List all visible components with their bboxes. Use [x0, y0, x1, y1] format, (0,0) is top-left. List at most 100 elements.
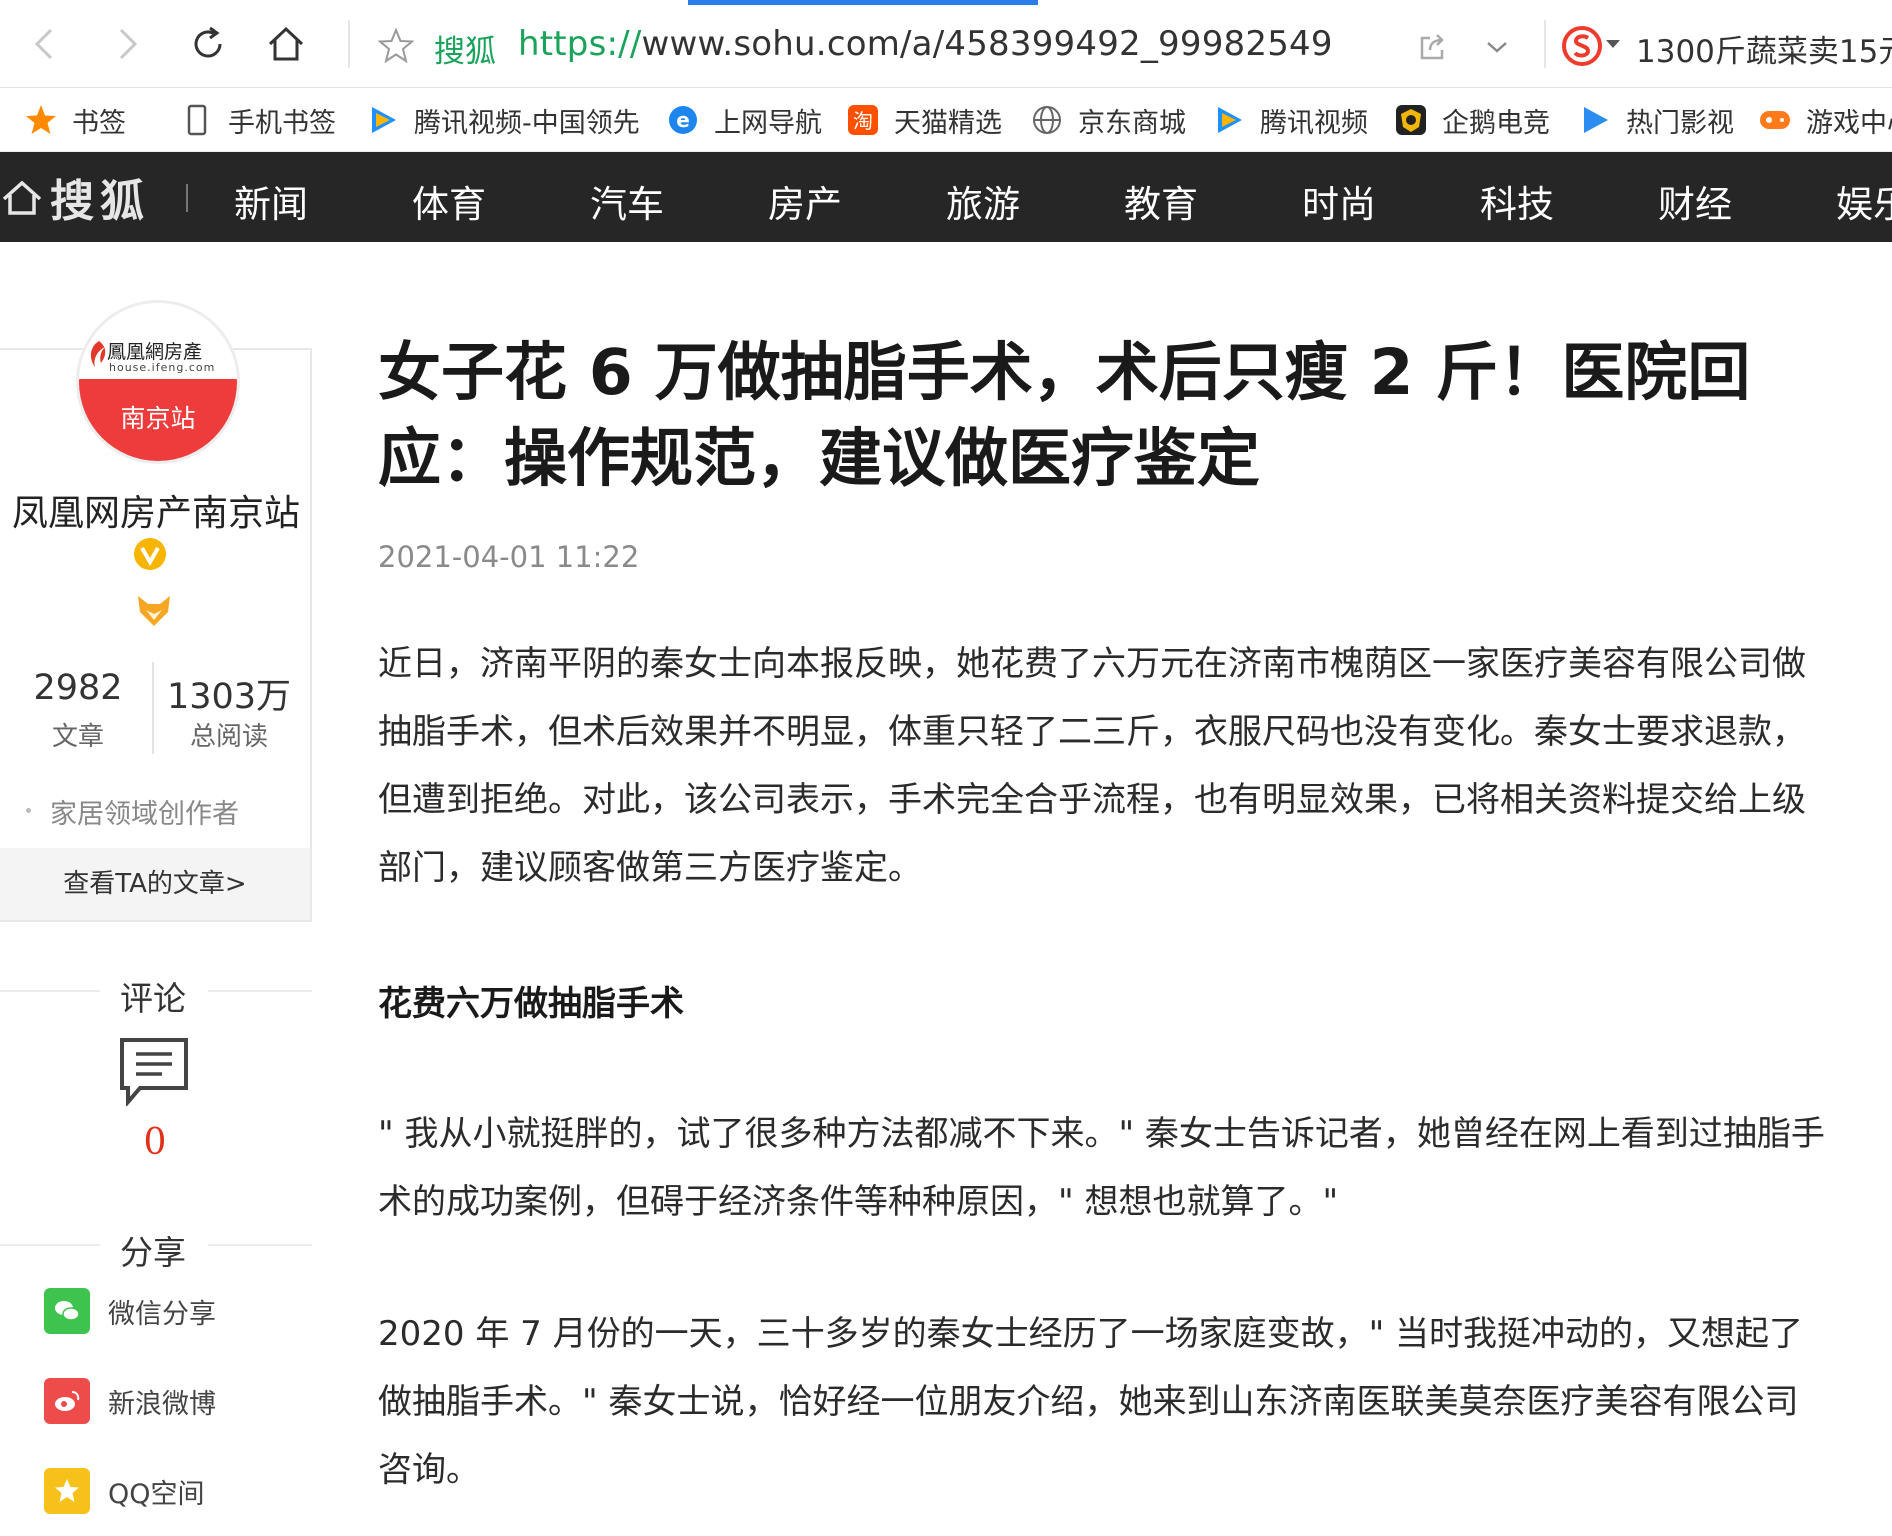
share-qzone-button[interactable]: QQ空间	[44, 1468, 205, 1514]
wechat-icon	[44, 1288, 90, 1334]
avatar-station-text: 南京站	[120, 404, 196, 433]
home-button[interactable]	[256, 14, 316, 74]
nav-item-finance[interactable]: 财经	[1658, 174, 1732, 228]
share-wechat-button[interactable]: 微信分享	[44, 1288, 216, 1334]
forward-button[interactable]	[96, 14, 156, 74]
author-tag-label: 家居领域创作者	[50, 799, 239, 830]
url-path: www.sohu.com/a/458399492_99982549	[641, 24, 1333, 64]
avatar-brand-text: 鳳凰網房產	[107, 341, 203, 363]
nav-item-entertainment[interactable]: 娱乐	[1836, 174, 1892, 228]
back-arrow-icon	[34, 28, 53, 60]
bookmark-label: 京东商城	[1078, 107, 1186, 139]
play-icon	[1578, 103, 1612, 137]
browser-toolbar: 搜狐 https://www.sohu.com/a/458399492_9998…	[0, 0, 1892, 88]
nav-item-sports[interactable]: 体育	[412, 174, 486, 228]
phoenix-logo-icon	[90, 341, 106, 367]
bookmark-label: 天猫精选	[894, 107, 1002, 139]
comment-icon[interactable]	[118, 1036, 190, 1106]
nav-item-news[interactable]: 新闻	[234, 174, 308, 228]
bookmark-item[interactable]: 书签	[24, 100, 126, 140]
url-scheme: https://	[518, 24, 642, 64]
author-tag: 家居领域创作者	[26, 792, 239, 831]
search-suggestion[interactable]: 1300斤蔬菜卖15元	[1636, 26, 1892, 71]
sogou-search-icon[interactable]	[1560, 24, 1604, 68]
bookmark-label: 热门影视	[1626, 107, 1734, 139]
bookmark-item[interactable]: 腾讯视频	[1212, 100, 1368, 140]
bookmark-label: 游戏中心	[1806, 107, 1892, 139]
sohu-logo-text: 搜狐	[50, 176, 150, 227]
bookmark-label: 上网导航	[714, 107, 822, 139]
reload-icon	[194, 26, 222, 58]
reads-count: 1303万	[166, 677, 292, 717]
comment-heading: 评论	[120, 979, 186, 1018]
avatar[interactable]: 鳳凰網房產 house.ifeng.com 南京站	[76, 300, 240, 464]
fox-badge-icon	[138, 596, 170, 626]
nav-item-education[interactable]: 教育	[1124, 174, 1198, 228]
forward-arrow-icon	[119, 28, 138, 60]
bookmark-label: 企鹅电竞	[1442, 107, 1550, 139]
share-label: QQ空间	[108, 1478, 205, 1510]
toolbar-divider	[348, 20, 350, 68]
comment-count[interactable]: 0	[0, 1122, 310, 1163]
bookmark-label: 手机书签	[228, 107, 336, 139]
tencent-video-icon	[1212, 103, 1246, 137]
tab-loading-indicator	[688, 0, 1038, 5]
sohu-top-nav: 搜狐 新闻 体育 汽车 房产 旅游 教育 时尚 科技 财经 娱乐	[0, 152, 1892, 242]
bookmark-item[interactable]: 游戏中心	[1758, 100, 1892, 140]
phone-icon	[180, 103, 214, 137]
nav-item-house[interactable]: 房产	[768, 174, 842, 228]
view-articles-button[interactable]: 查看TA的文章>	[0, 848, 310, 920]
star-icon	[24, 103, 58, 137]
article-paragraph: " 我从小就挺胖的，试了很多种方法都减不下来。" 秦女士告诉记者，她曾经在网上看…	[378, 1114, 1825, 1222]
bookmark-item[interactable]: 淘 天猫精选	[846, 100, 1002, 140]
share-label: 新浪微博	[108, 1388, 216, 1420]
url-field[interactable]: https://www.sohu.com/a/458399492_9998254…	[518, 24, 1333, 64]
svg-text:淘: 淘	[853, 109, 873, 133]
author-name[interactable]: 凤凰网房产南京站	[0, 484, 312, 536]
bookmark-label: 书签	[72, 107, 126, 139]
qzone-icon	[44, 1468, 90, 1514]
bookmark-item[interactable]: 京东商城	[1030, 100, 1186, 140]
section-divider	[0, 990, 100, 992]
share-weibo-button[interactable]: 新浪微博	[44, 1378, 216, 1424]
ie-icon: e	[666, 103, 700, 137]
article-subheading: 花费六万做抽脂手术	[378, 984, 684, 1024]
bookmark-label: 腾讯视频	[1260, 107, 1368, 139]
bookmark-item[interactable]: 腾讯视频-中国领先	[366, 100, 640, 140]
home-icon	[268, 26, 304, 61]
site-name-label: 搜狐	[434, 34, 496, 70]
taobao-icon: 淘	[846, 103, 880, 137]
articles-label: 文章	[51, 722, 104, 752]
bookmark-item[interactable]: e 上网导航	[666, 100, 822, 140]
back-button[interactable]	[16, 14, 76, 74]
share-icon[interactable]	[1416, 30, 1450, 64]
bookmark-star-icon[interactable]	[376, 26, 416, 66]
sohu-logo[interactable]: 搜狐	[0, 166, 150, 228]
nav-divider	[186, 184, 188, 212]
article-paragraph: 近日，济南平阴的秦女士向本报反映，她花费了六万元在济南市槐荫区一家医疗美容有限公…	[378, 644, 1806, 888]
reload-button[interactable]	[178, 14, 238, 74]
section-divider	[208, 1244, 312, 1246]
nav-item-travel[interactable]: 旅游	[946, 174, 1020, 228]
section-divider	[0, 1244, 100, 1246]
reads-label: 总阅读	[189, 722, 268, 752]
bookmark-label: 腾讯视频-中国领先	[414, 107, 640, 139]
verified-badge-icon	[134, 538, 166, 570]
section-divider	[208, 990, 312, 992]
svg-text:e: e	[676, 108, 690, 132]
nav-item-auto[interactable]: 汽车	[590, 174, 664, 228]
share-heading: 分享	[120, 1233, 186, 1272]
publish-time: 2021-04-01 11:22	[378, 540, 640, 574]
avatar-domain-text: house.ifeng.com	[109, 361, 216, 374]
search-engine-caret-icon[interactable]	[1606, 40, 1620, 48]
bookmark-item[interactable]: 热门影视	[1578, 100, 1734, 140]
share-label: 微信分享	[108, 1298, 216, 1330]
weibo-icon	[44, 1378, 90, 1424]
bookmark-item[interactable]: 企鹅电竞	[1394, 100, 1550, 140]
bookmarks-bar: 书签 手机书签 腾讯视频-中国领先 e 上网导航 淘 天猫精选 京东商城 腾讯视…	[0, 88, 1892, 152]
nav-item-tech[interactable]: 科技	[1480, 174, 1554, 228]
bookmark-item[interactable]: 手机书签	[180, 100, 336, 140]
nav-item-fashion[interactable]: 时尚	[1302, 174, 1376, 228]
chevron-down-icon[interactable]	[1480, 30, 1514, 64]
article-paragraph: 2020 年 7 月份的一天，三十多岁的秦女士经历了一场家庭变故，" 当时我挺冲…	[378, 1314, 1804, 1490]
